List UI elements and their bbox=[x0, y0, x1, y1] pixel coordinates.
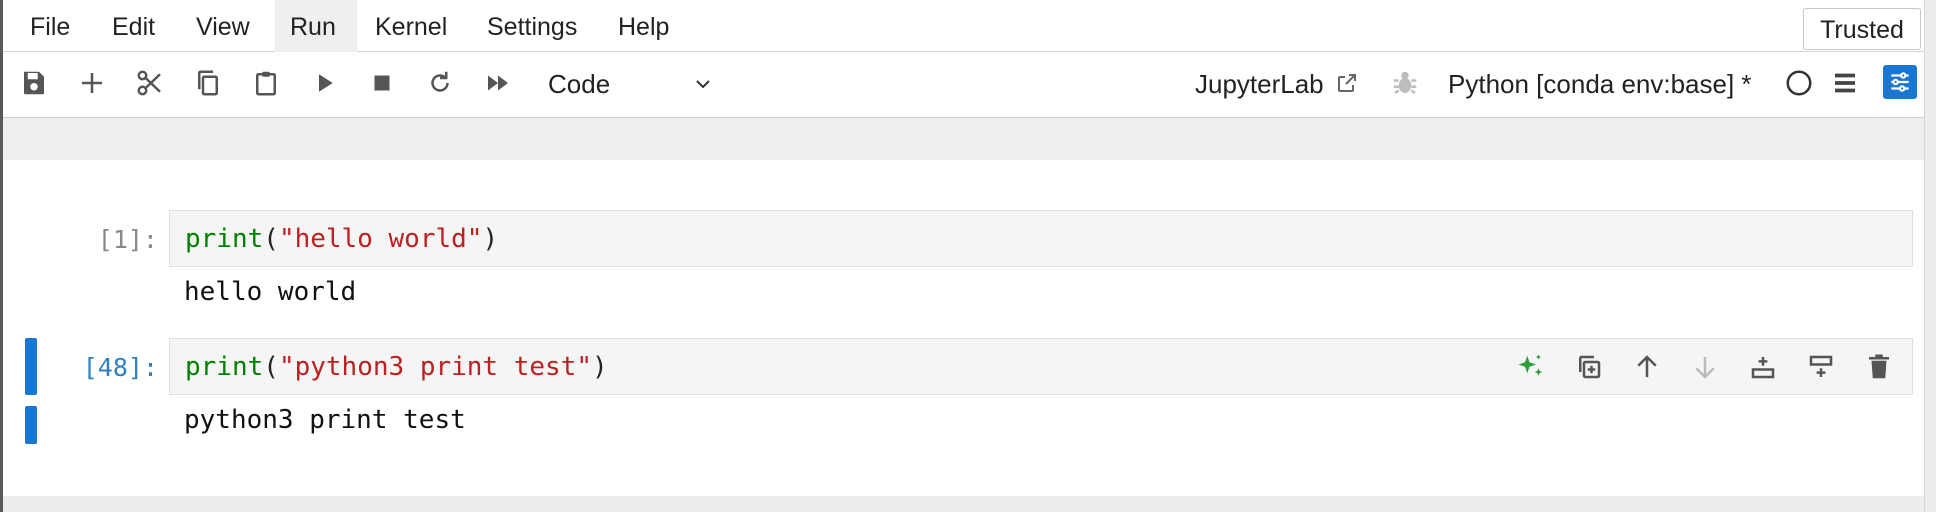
cut-icon[interactable] bbox=[132, 65, 168, 101]
code-line: print("hello world") bbox=[185, 221, 498, 257]
kernel-name[interactable]: Python [conda env:base] * bbox=[1448, 62, 1752, 106]
menu-view[interactable]: View bbox=[181, 0, 265, 52]
add-cell-icon[interactable] bbox=[74, 65, 110, 101]
move-down-icon[interactable] bbox=[1685, 347, 1725, 387]
code-paren-open: ( bbox=[263, 224, 279, 254]
code-string: "python3 print test" bbox=[278, 352, 593, 382]
restart-icon[interactable] bbox=[422, 65, 458, 101]
menu-edit[interactable]: Edit bbox=[97, 0, 170, 52]
menu-file[interactable]: File bbox=[15, 0, 85, 52]
fast-forward-icon[interactable] bbox=[480, 65, 516, 101]
execution-count: [1]: bbox=[97, 225, 158, 254]
cell-output: hello world bbox=[184, 277, 357, 307]
notebook-panel: [1]: print("hello world") hello world [4… bbox=[3, 160, 1924, 496]
menu-kernel[interactable]: Kernel bbox=[360, 0, 462, 52]
duplicate-cell-icon[interactable] bbox=[1569, 347, 1609, 387]
ai-sparkle-icon[interactable] bbox=[1511, 347, 1551, 387]
insert-below-icon[interactable] bbox=[1743, 347, 1783, 387]
chevron-down-icon bbox=[688, 62, 718, 106]
code-string: "hello world" bbox=[278, 224, 483, 254]
stop-icon[interactable] bbox=[364, 65, 400, 101]
move-up-icon[interactable] bbox=[1627, 347, 1667, 387]
code-function: print bbox=[185, 352, 264, 382]
menu-run[interactable]: Run bbox=[275, 0, 357, 52]
cell-input[interactable]: print("python3 print test") bbox=[169, 338, 1913, 395]
menu-lines-icon[interactable] bbox=[1827, 65, 1863, 101]
menu-bar: File Edit View Run Kernel Settings Help … bbox=[3, 0, 1924, 52]
paste-icon[interactable] bbox=[248, 65, 284, 101]
code-paren-close: ) bbox=[482, 224, 499, 254]
code-cell-active[interactable]: [48]: print("python3 print test") python… bbox=[3, 338, 1924, 478]
code-paren-close: ) bbox=[592, 352, 608, 382]
menu-help[interactable]: Help bbox=[603, 0, 684, 52]
notebook-bottom-edge bbox=[3, 496, 1924, 512]
run-icon[interactable] bbox=[306, 65, 342, 101]
trusted-button[interactable]: Trusted bbox=[1803, 8, 1921, 50]
insert-above-icon[interactable] bbox=[1801, 347, 1841, 387]
cell-type-value: Code bbox=[548, 69, 611, 99]
code-cell[interactable]: [1]: print("hello world") hello world bbox=[3, 210, 1924, 320]
external-link-icon bbox=[1337, 74, 1356, 92]
property-inspector-icon[interactable] bbox=[1883, 65, 1917, 99]
cell-input[interactable]: print("hello world") bbox=[169, 210, 1913, 267]
open-in-label: JupyterLab bbox=[1195, 69, 1324, 99]
output-collapser[interactable] bbox=[25, 406, 37, 444]
save-icon[interactable] bbox=[16, 65, 52, 101]
notebook-toolbar: Code JupyterLab Python [conda env:base] … bbox=[3, 52, 1924, 118]
debugger-icon[interactable] bbox=[1387, 65, 1423, 101]
code-line: print("python3 print test") bbox=[185, 349, 608, 385]
cell-type-select[interactable]: Code bbox=[548, 62, 718, 106]
scrollbar-track[interactable] bbox=[1924, 0, 1936, 512]
code-function: print bbox=[185, 224, 264, 254]
cell-output: python3 print test bbox=[184, 405, 466, 435]
code-paren-open: ( bbox=[263, 352, 279, 382]
open-in-jupyterlab-link[interactable]: JupyterLab bbox=[1195, 62, 1359, 106]
execution-count: [48]: bbox=[82, 353, 158, 382]
kernel-status-idle-icon bbox=[1781, 65, 1817, 101]
toolbar-spacer bbox=[3, 118, 1924, 160]
menu-settings[interactable]: Settings bbox=[472, 0, 592, 52]
delete-cell-icon[interactable] bbox=[1859, 347, 1899, 387]
copy-icon[interactable] bbox=[190, 65, 226, 101]
